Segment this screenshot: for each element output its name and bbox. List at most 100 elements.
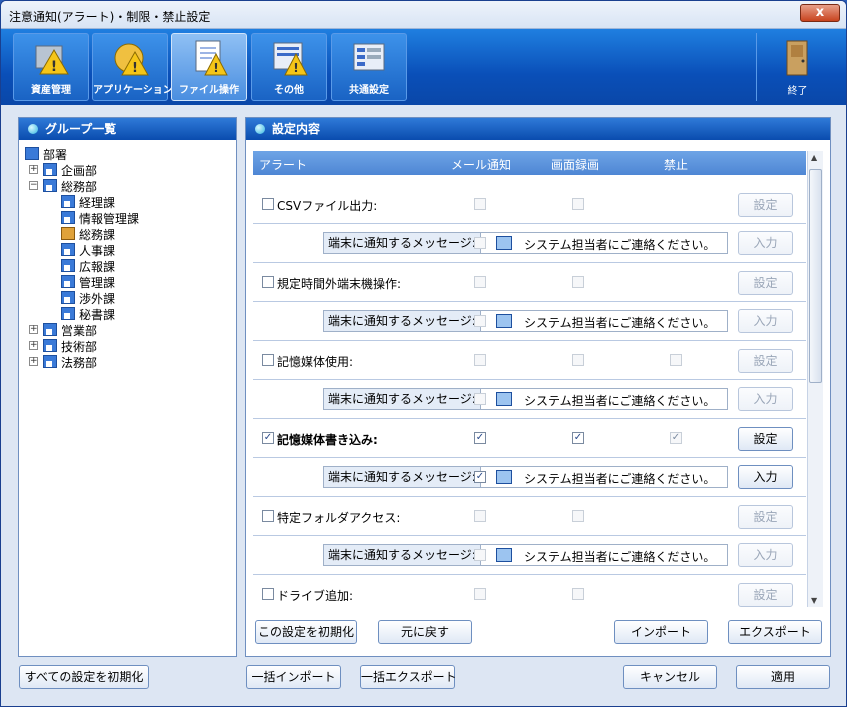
bullet-icon [255,124,265,134]
screen-checkbox[interactable] [572,588,584,600]
alert-checkbox[interactable] [262,432,274,444]
message-checkbox[interactable] [474,315,486,327]
export-button[interactable]: エクスポート [728,620,822,644]
alert-label: CSVファイル出力: [277,199,378,213]
mail-checkbox[interactable] [474,432,486,444]
setting-button[interactable]: 設定 [738,193,793,217]
other-icon: ! [273,42,308,76]
forbid-checkbox[interactable] [670,432,682,444]
expand-icon[interactable]: + [29,357,38,366]
reset-setting-button[interactable]: この設定を初期化 [255,620,357,644]
group-panel-title: グループ一覧 [45,122,117,136]
input-button[interactable]: 入力 [738,231,793,255]
expand-icon[interactable]: + [29,341,38,350]
setting-button[interactable]: 設定 [738,427,793,451]
mail-checkbox[interactable] [474,588,486,600]
message-checkbox[interactable] [474,393,486,405]
tab-application[interactable]: ! アプリケーション [92,33,173,101]
tree-node-label: 企画部 [61,164,98,178]
screen-checkbox[interactable] [572,198,584,210]
tab-file-operation[interactable]: ! ファイル操作 [171,33,247,101]
scroll-down-icon[interactable]: ▼ [811,596,817,605]
alert-label: 特定フォルダアクセス: [277,511,401,525]
message-field[interactable]: 端末に通知するメッセージ: システム担当者にご連絡ください。 [323,544,728,566]
mail-checkbox[interactable] [474,354,486,366]
network-icon [496,548,512,562]
expand-icon[interactable]: + [29,165,38,174]
tab-asset-management[interactable]: ! 資産管理 [13,33,89,101]
message-field[interactable]: 端末に通知するメッセージ: システム担当者にご連絡ください。 [323,466,728,488]
input-button[interactable]: 入力 [738,387,793,411]
apply-button[interactable]: 適用 [736,665,830,689]
exit-button[interactable]: 終了 [756,33,838,101]
screen-checkbox[interactable] [572,432,584,444]
svg-text:!: ! [213,61,218,75]
tree-node-label: 秘書課 [79,308,116,322]
settings-grid-header: アラート メール通知 画面録画 禁止 [253,151,806,175]
application-icon: ! [114,43,149,76]
group-icon [43,163,57,176]
close-button[interactable]: x [800,4,840,22]
tree-node-label: 経理課 [79,196,116,210]
network-icon [496,314,512,328]
tree-node-label: 総務課 [79,228,116,242]
input-button[interactable]: 入力 [738,543,793,567]
group-icon [61,195,75,208]
import-button[interactable]: インポート [614,620,708,644]
alert-checkbox[interactable] [262,198,274,210]
mail-checkbox[interactable] [474,198,486,210]
bulk-export-button[interactable]: 一括エクスポート [360,665,457,689]
forbid-checkbox[interactable] [670,354,682,366]
revert-button[interactable]: 元に戻す [378,620,472,644]
window-title: 注意通知(アラート)・制限・禁止設定 [9,10,211,24]
alert-checkbox[interactable] [262,588,274,600]
alert-checkbox[interactable] [262,354,274,366]
message-field[interactable]: 端末に通知するメッセージ: システム担当者にご連絡ください。 [323,310,728,332]
mail-checkbox[interactable] [474,276,486,288]
message-field[interactable]: 端末に通知するメッセージ: システム担当者にご連絡ください。 [323,232,728,254]
scrollbar-thumb[interactable] [809,169,822,383]
message-checkbox[interactable] [474,549,486,561]
screen-checkbox[interactable] [572,276,584,288]
message-row: 端末に通知するメッセージ: システム担当者にご連絡ください。 入力 [253,380,806,419]
cancel-button[interactable]: キャンセル [623,665,717,689]
settings-scrollbar[interactable]: ▲ ▼ [807,151,823,607]
screen-checkbox[interactable] [572,354,584,366]
alert-row-off-hours: 規定時間外端末機操作: 設定 [253,263,806,302]
tree-node-label: 法務部 [61,356,98,370]
tree-node-label: 渉外課 [79,292,116,306]
bulk-import-button[interactable]: 一括インポート [246,665,341,689]
group-panel: グループ一覧 部署 + 企画部 − 総務部 経理課 情報管理課 総務課 人事課 … [18,117,237,657]
tab-common-settings[interactable]: 共通設定 [331,33,407,101]
message-label: 端末に通知するメッセージ: [324,233,481,253]
message-field[interactable]: 端末に通知するメッセージ: システム担当者にご連絡ください。 [323,388,728,410]
setting-button[interactable]: 設定 [738,349,793,373]
common-settings-icon [353,43,385,71]
collapse-icon[interactable]: − [29,181,38,190]
group-icon [43,179,57,192]
svg-text:!: ! [132,61,138,76]
setting-button[interactable]: 設定 [738,271,793,295]
tab-label: アプリケーション [93,85,173,96]
input-button[interactable]: 入力 [738,465,793,489]
tree-node-label: 人事課 [79,244,116,258]
reset-all-button[interactable]: すべての設定を初期化 [19,665,149,689]
setting-button[interactable]: 設定 [738,583,793,607]
mail-checkbox[interactable] [474,510,486,522]
alert-checkbox[interactable] [262,276,274,288]
expand-icon[interactable]: + [29,325,38,334]
tree-node-label: 部署 [43,148,68,162]
setting-button[interactable]: 設定 [738,505,793,529]
message-checkbox[interactable] [474,237,486,249]
alert-checkbox[interactable] [262,510,274,522]
message-label: 端末に通知するメッセージ: [324,389,481,409]
tab-other[interactable]: ! その他 [251,33,327,101]
input-button[interactable]: 入力 [738,309,793,333]
screen-checkbox[interactable] [572,510,584,522]
scroll-up-icon[interactable]: ▲ [811,153,817,162]
alert-label: 規定時間外端末機操作: [277,277,402,291]
settings-panel-title: 設定内容 [272,122,321,136]
message-checkbox[interactable] [474,471,486,483]
tree-node-label: 情報管理課 [79,212,140,226]
svg-text:!: ! [51,59,57,75]
